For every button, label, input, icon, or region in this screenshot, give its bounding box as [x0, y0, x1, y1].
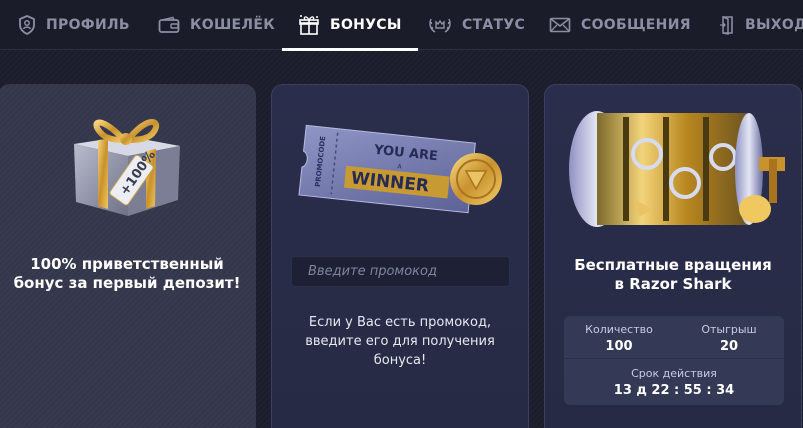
winner-ticket-illustration: PROMOCODE YOU ARE A WINNER — [298, 124, 502, 214]
expiry-label: Срок действия — [631, 367, 717, 380]
envelope-icon — [549, 17, 571, 33]
nav-item-label: КОШЕЛЁК — [190, 17, 275, 33]
nav-item-status[interactable]: СТАТУС — [428, 0, 525, 50]
nav-item-label: ВЫХОД — [745, 17, 803, 33]
slot-machine-illustration — [569, 111, 785, 227]
count-label: Количество — [585, 323, 653, 336]
nav-item-label: СООБЩЕНИЯ — [581, 17, 691, 33]
promocode-card: PROMOCODE YOU ARE A WINNER Если у Вас ес… — [271, 84, 529, 428]
welcome-title-line1: 100% приветственный — [30, 255, 224, 273]
expiry-value: 13 д 22 : 55 : 34 — [613, 383, 735, 398]
gift-icon — [299, 15, 319, 35]
laurel-crown-icon — [429, 18, 451, 33]
freespins-title-line1: Бесплатные вращения — [574, 256, 772, 274]
nav-item-label: БОНУСЫ — [330, 17, 402, 33]
shield-user-icon — [19, 15, 35, 35]
nav-item-messages[interactable]: СООБЩЕНИЯ — [549, 0, 691, 50]
expiry-block: Срок действия 13 д 22 : 55 : 34 — [564, 367, 784, 399]
wager-value: 20 — [719, 339, 739, 354]
count-value: 100 — [605, 339, 633, 354]
top-navigation: ПРОФИЛЬ КОШЕЛЁК БОНУСЫ СТАТУС СООБЩЕНИЯ … — [0, 0, 803, 51]
freespins-title: Бесплатные вращения в Razor Shark — [545, 256, 801, 294]
gift-box-illustration: +100% — [74, 119, 180, 216]
nav-item-label: ПРОФИЛЬ — [46, 17, 130, 33]
welcome-title: 100% приветственный бонус за первый депо… — [0, 255, 256, 293]
freespins-title-line2: в Razor Shark — [614, 275, 732, 293]
logout-door-icon — [720, 15, 733, 35]
promocode-text-line1: Если у Вас есть промокод, — [308, 315, 492, 330]
promocode-input[interactable] — [291, 256, 510, 287]
welcome-title-line2: бонус за первый депозит! — [13, 274, 241, 292]
wager-label: Отыгрыш — [701, 323, 757, 336]
promocode-description: Если у Вас есть промокод, введите его дл… — [292, 313, 508, 370]
nav-item-label: СТАТУС — [462, 17, 526, 33]
wager-column: Отыгрыш 20 — [674, 323, 784, 355]
wallet-icon — [158, 16, 180, 33]
promocode-text-line2: введите его для получения — [305, 334, 495, 349]
nav-item-bonuses[interactable]: БОНУСЫ — [282, 0, 418, 51]
freespins-info-row: Количество 100 Отыгрыш 20 — [564, 316, 784, 359]
count-column: Количество 100 — [564, 323, 674, 355]
freespins-info-box: Количество 100 Отыгрыш 20 Срок действия … — [564, 316, 784, 405]
freespins-card[interactable]: Бесплатные вращения в Razor Shark Количе… — [544, 84, 802, 428]
nav-item-wallet[interactable]: КОШЕЛЁК — [158, 0, 275, 50]
welcome-bonus-card[interactable]: +100% 100% приветственный бонус за первы… — [0, 84, 256, 428]
nav-item-logout[interactable]: ВЫХОД — [719, 0, 803, 50]
promocode-text-line3: бонуса! — [373, 353, 427, 368]
nav-item-profile[interactable]: ПРОФИЛЬ — [18, 0, 130, 50]
